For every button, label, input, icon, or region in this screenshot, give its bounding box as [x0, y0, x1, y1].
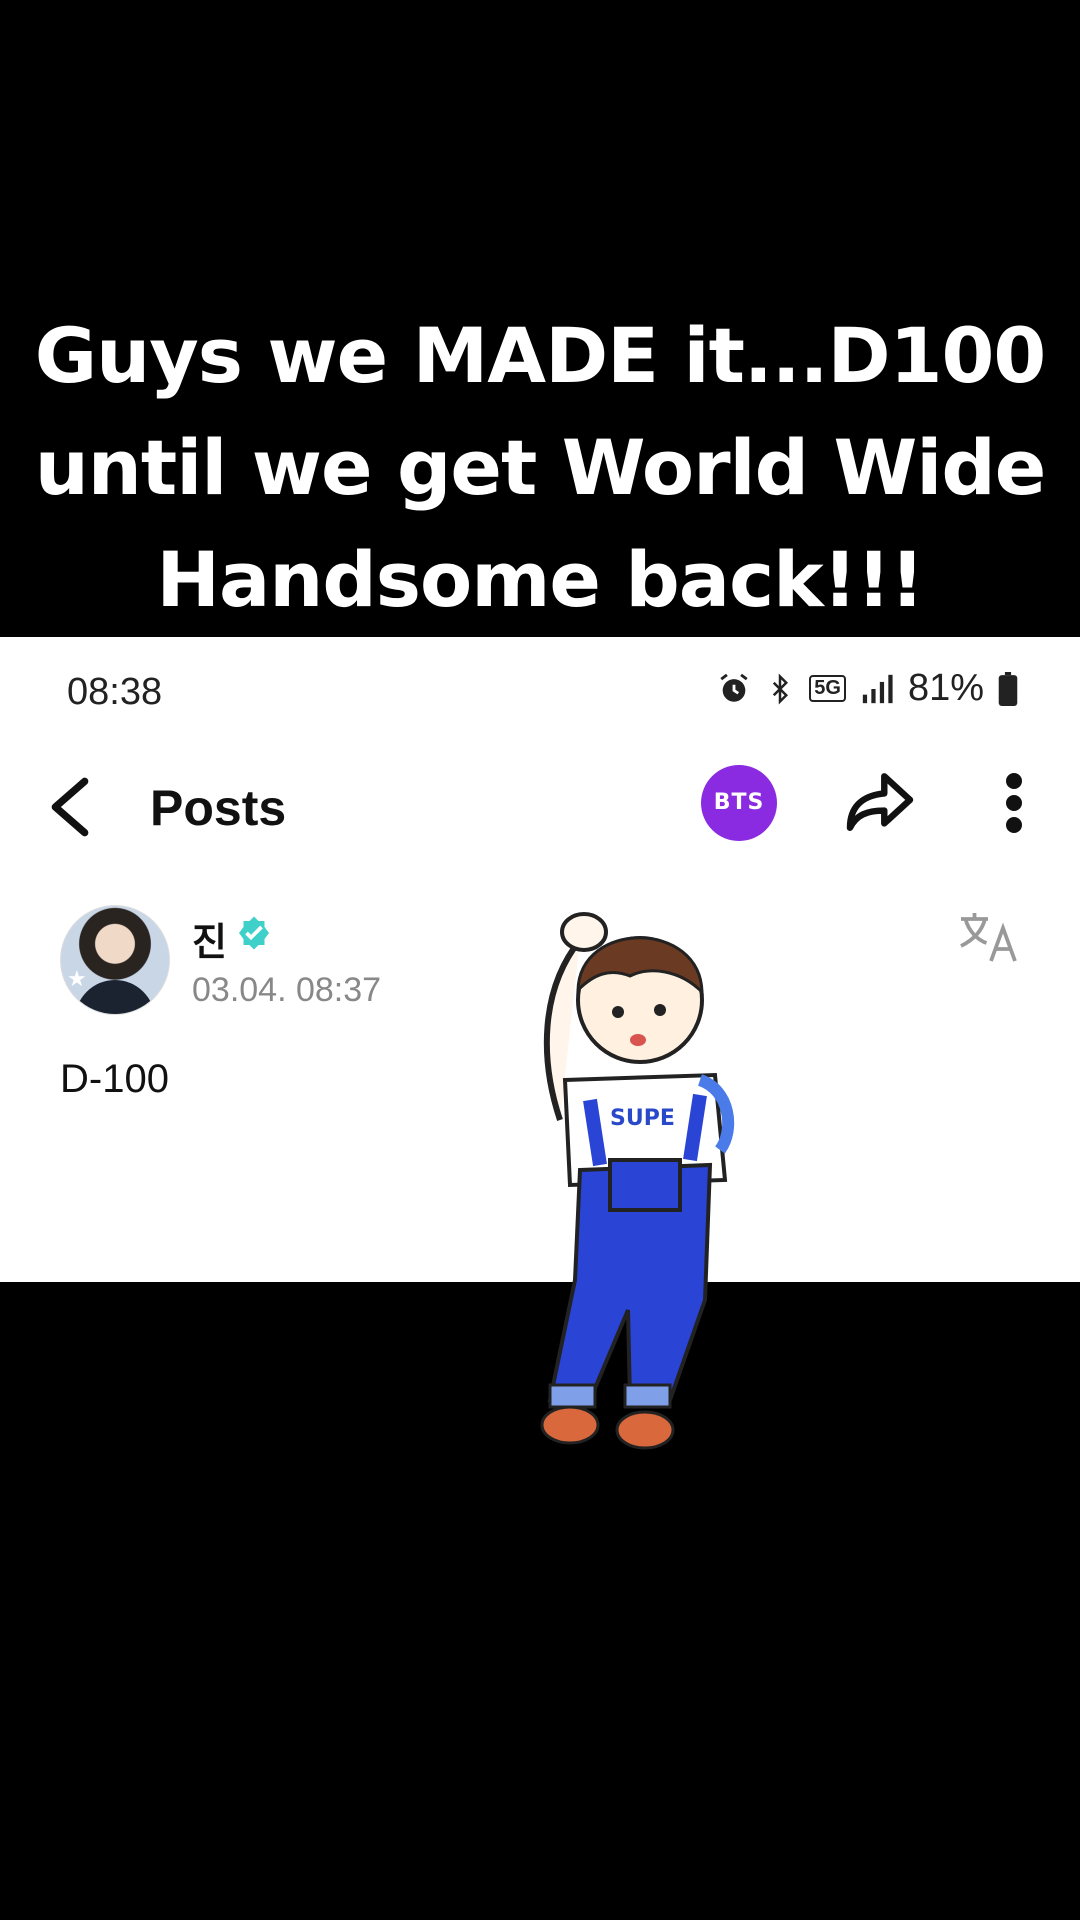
avatar[interactable]: ★ [60, 905, 170, 1015]
caption-line-1: Guys we MADE it...D100 [34, 311, 1047, 400]
signal-icon [862, 674, 893, 703]
status-time: 08:38 [67, 671, 163, 713]
alarm-icon [720, 673, 748, 702]
5g-icon: 5G [809, 675, 846, 702]
caption-line-3: Handsome back!!! [156, 535, 924, 624]
video-caption: Guys we MADE it...D100 until we get Worl… [0, 300, 1080, 636]
page-title: Posts [150, 780, 287, 836]
svg-text:SUPE: SUPE [610, 1106, 675, 1131]
battery-percent: 81% [907, 667, 984, 709]
status-icons: 5G 81% [717, 667, 1018, 710]
share-icon[interactable] [845, 772, 915, 832]
star-icon: ★ [67, 966, 87, 991]
author-name[interactable]: 진 [192, 911, 227, 966]
more-vertical-icon[interactable] [1000, 773, 1028, 833]
back-arrow-icon[interactable] [48, 777, 92, 837]
translate-icon[interactable] [955, 909, 1021, 965]
community-badge[interactable]: BTS [701, 765, 777, 841]
verified-icon [239, 916, 269, 950]
cartoon-character-sticker: SUPE [540, 912, 735, 1450]
bluetooth-icon [773, 672, 789, 705]
app-bar: Posts [0, 747, 1080, 867]
status-bar: 08:38 5G 81% [0, 637, 1080, 747]
caption-line-2: until we get World Wide [34, 423, 1047, 512]
post-body: D-100 [60, 1057, 169, 1101]
battery-icon [998, 671, 1018, 706]
post-timestamp: 03.04. 08:37 [192, 971, 382, 1009]
